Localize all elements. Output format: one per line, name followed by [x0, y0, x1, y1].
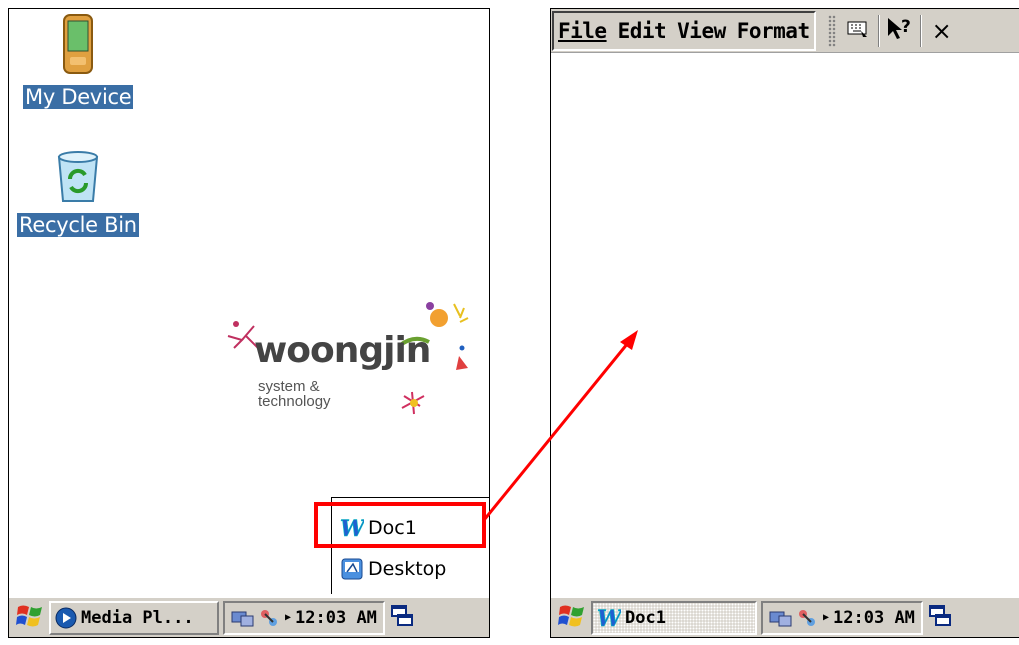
svg-text:?: ? [901, 17, 911, 37]
system-tray: ▶ 12:03 AM [761, 600, 923, 635]
logo-word: woongjin [254, 330, 431, 371]
taskbar-clock[interactable]: 12:03 AM [833, 608, 915, 628]
svg-text:W: W [597, 607, 621, 629]
close-button[interactable]: × [932, 17, 952, 45]
left-device-screen: My Device Recycle Bin woongjin system & … [8, 8, 490, 638]
help-button[interactable]: ? [884, 15, 916, 47]
svg-text:W: W [340, 517, 364, 539]
windows-flag-icon [558, 603, 586, 633]
popup-item-doc1[interactable]: W Doc1 [340, 512, 417, 544]
recycle-bin-label: Recycle Bin [17, 213, 139, 237]
logo-subtitle: system & technology [258, 378, 331, 410]
taskbar-media-player-button[interactable]: Media Pl... [49, 600, 219, 635]
windows-flag-icon [16, 603, 44, 633]
menu-format[interactable]: Format [737, 19, 810, 43]
help-pointer-icon: ? [886, 16, 914, 46]
word-icon: W [597, 607, 621, 629]
network-icon[interactable] [231, 608, 255, 628]
tray-expand-icon[interactable]: ▶ [823, 612, 829, 623]
taskbar: Media Pl... ▶ 12:03 AM [9, 597, 489, 637]
popup-item-desktop[interactable]: Desktop [340, 553, 446, 585]
keyboard-icon [847, 19, 869, 43]
popup-item-label: Desktop [368, 558, 447, 580]
network-icon[interactable] [769, 608, 793, 628]
windows-switch-icon [390, 604, 414, 632]
tray-expand-icon[interactable]: ▶ [285, 612, 291, 623]
task-switcher-popup: W Doc1 Desktop [331, 497, 489, 594]
taskbar-clock[interactable]: 12:03 AM [295, 608, 377, 628]
menu-bar: File Edit View Format ? × [551, 9, 1019, 53]
word-icon: W [340, 516, 364, 540]
start-button[interactable] [553, 600, 591, 636]
recycle-bin-icon [53, 149, 103, 209]
menu-file[interactable]: File [558, 19, 607, 43]
show-desktop-button[interactable] [925, 601, 955, 635]
recycle-bin-shortcut[interactable]: Recycle Bin [17, 149, 139, 237]
desktop-icon [340, 557, 364, 581]
connection-icon[interactable] [258, 607, 280, 629]
taskbar: W Doc1 ▶ 12:03 AM [551, 597, 1019, 637]
my-device-shortcut[interactable]: My Device [23, 13, 134, 109]
media-player-icon [55, 607, 77, 629]
taskbar-task-label: Doc1 [625, 607, 666, 628]
start-button[interactable] [11, 600, 49, 636]
pda-icon [58, 13, 98, 81]
taskbar-doc1-button[interactable]: W Doc1 [591, 600, 757, 635]
woongjin-logo: woongjin system & technology [224, 296, 484, 426]
my-device-label: My Device [23, 85, 134, 109]
popup-item-label: Doc1 [368, 517, 417, 539]
toolbar-grip[interactable] [827, 14, 836, 47]
toolbar-separator [877, 14, 880, 47]
toolbar-separator [919, 14, 922, 47]
right-device-screen: File Edit View Format ? × W Doc1 ▶ 12:03… [550, 8, 1019, 638]
show-desktop-button[interactable] [387, 601, 417, 635]
input-panel-button[interactable] [842, 15, 874, 47]
connection-icon[interactable] [796, 607, 818, 629]
menu-items-group: File Edit View Format [552, 10, 816, 51]
system-tray: ▶ 12:03 AM [223, 600, 385, 635]
menu-edit[interactable]: Edit [618, 19, 667, 43]
taskbar-task-label: Media Pl... [81, 607, 194, 628]
menu-view[interactable]: View [677, 19, 726, 43]
windows-switch-icon [928, 604, 952, 632]
